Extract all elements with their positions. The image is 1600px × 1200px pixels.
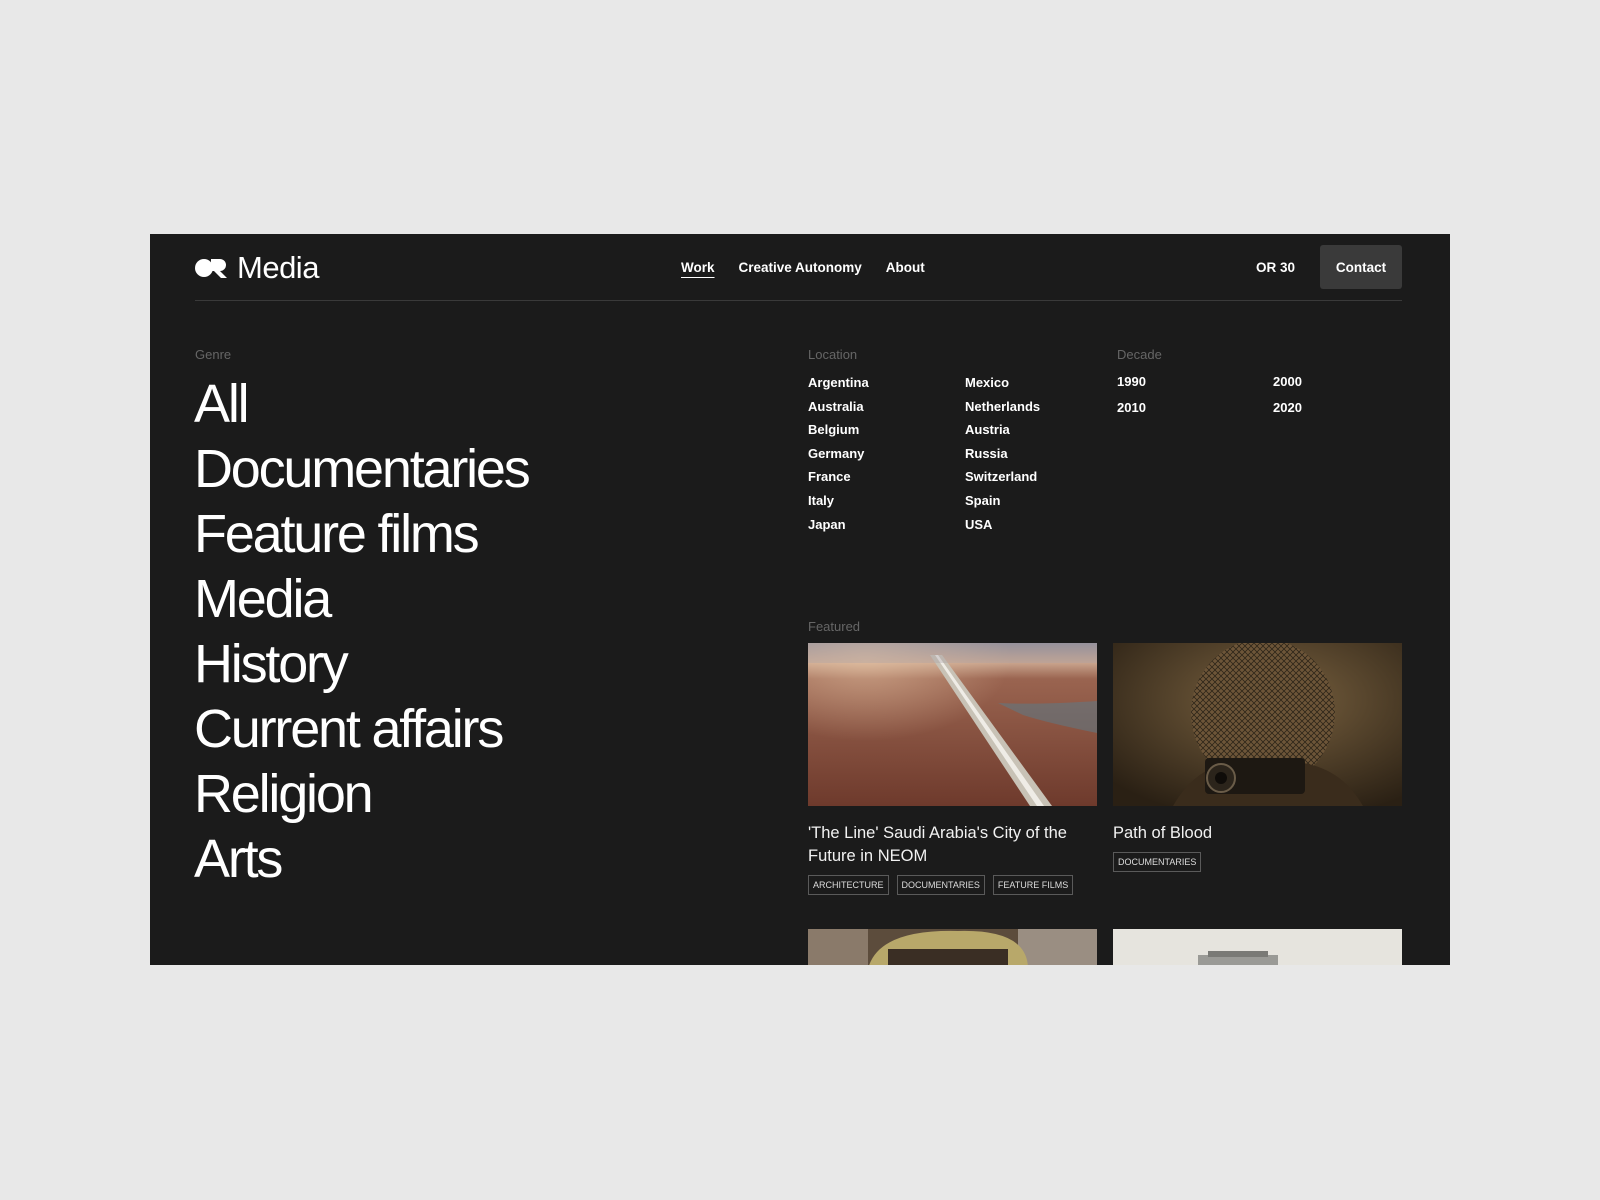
genre-item-media[interactable]: Media bbox=[194, 567, 529, 632]
location-item[interactable]: Switzerland bbox=[965, 469, 1122, 493]
masked-figure-image bbox=[1113, 643, 1402, 806]
tag-architecture[interactable]: Architecture bbox=[808, 875, 889, 895]
tag-documentaries[interactable]: Documentaries bbox=[896, 875, 985, 895]
desert-aerial-image bbox=[808, 643, 1097, 806]
location-item[interactable]: France bbox=[808, 469, 965, 493]
logo-mark-icon bbox=[195, 259, 227, 278]
featured-label: Featured bbox=[808, 619, 861, 634]
location-item[interactable]: Belgium bbox=[808, 422, 965, 446]
location-item[interactable]: Netherlands bbox=[965, 399, 1122, 423]
location-item[interactable]: Germany bbox=[808, 446, 965, 470]
nav-item-work[interactable]: Work bbox=[681, 260, 715, 275]
genre-list: All Documentaries Feature films Media Hi… bbox=[194, 372, 531, 892]
tag-feature-films[interactable]: Feature films bbox=[992, 875, 1074, 895]
card-tags: Documentaries bbox=[1113, 852, 1402, 872]
decade-item[interactable]: 1990 bbox=[1117, 374, 1273, 400]
main-nav: Work Creative Autonomy About bbox=[681, 234, 925, 300]
location-item[interactable]: Mexico bbox=[965, 375, 1122, 399]
tag-documentaries[interactable]: Documentaries bbox=[1113, 852, 1202, 872]
location-item[interactable]: Australia bbox=[808, 399, 965, 423]
or30-link[interactable]: OR 30 bbox=[1256, 234, 1295, 300]
site-header: Media Work Creative Autonomy About OR 30… bbox=[195, 234, 1402, 301]
genre-item-arts[interactable]: Arts bbox=[194, 827, 529, 892]
decade-label: Decade bbox=[1117, 347, 1162, 362]
genre-item-documentaries[interactable]: Documentaries bbox=[194, 437, 531, 502]
location-item[interactable]: Italy bbox=[808, 493, 965, 517]
featured-card-path-of-blood[interactable]: Path of Blood Documentaries bbox=[1113, 643, 1402, 872]
featured-card-the-line[interactable]: 'The Line' Saudi Arabia's City of the Fu… bbox=[808, 643, 1097, 895]
card-tags: Architecture Documentaries Feature films bbox=[808, 875, 1097, 895]
location-item[interactable]: Russia bbox=[965, 446, 1122, 470]
decade-item[interactable]: 2020 bbox=[1273, 400, 1353, 426]
brand-name: Media bbox=[237, 250, 319, 285]
soldier-helmet-image bbox=[808, 929, 1097, 965]
genre-item-current-affairs[interactable]: Current affairs bbox=[194, 697, 529, 762]
nav-item-creative-autonomy[interactable]: Creative Autonomy bbox=[739, 260, 862, 275]
location-list: Argentina Australia Belgium Germany Fran… bbox=[808, 375, 1122, 540]
location-item[interactable]: Spain bbox=[965, 493, 1122, 517]
featured-card-partial[interactable] bbox=[808, 929, 1097, 965]
decade-item[interactable]: 2010 bbox=[1117, 400, 1273, 426]
site-frame: Media Work Creative Autonomy About OR 30… bbox=[150, 234, 1450, 965]
location-label: Location bbox=[808, 347, 858, 362]
genre-item-feature-films[interactable]: Feature films bbox=[194, 502, 529, 567]
nav-item-about[interactable]: About bbox=[886, 260, 925, 275]
location-item[interactable]: USA bbox=[965, 517, 1122, 541]
vehicle-image bbox=[1113, 929, 1402, 965]
contact-button[interactable]: Contact bbox=[1320, 245, 1402, 289]
genre-label: Genre bbox=[195, 347, 232, 362]
decade-item[interactable]: 2000 bbox=[1273, 374, 1353, 400]
card-title: Path of Blood bbox=[1113, 824, 1213, 842]
featured-card-partial[interactable] bbox=[1113, 929, 1402, 965]
location-item[interactable]: Austria bbox=[965, 422, 1122, 446]
decade-list: 1990 2000 2010 2020 bbox=[1117, 374, 1353, 426]
genre-item-religion[interactable]: Religion bbox=[194, 762, 529, 827]
location-item[interactable]: Japan bbox=[808, 517, 965, 541]
location-item[interactable]: Argentina bbox=[808, 375, 965, 399]
brand-logo[interactable]: Media bbox=[195, 248, 319, 288]
genre-item-all[interactable]: All bbox=[194, 372, 529, 437]
genre-item-history[interactable]: History bbox=[194, 632, 529, 697]
card-title: 'The Line' Saudi Arabia's City of the Fu… bbox=[808, 824, 1067, 865]
